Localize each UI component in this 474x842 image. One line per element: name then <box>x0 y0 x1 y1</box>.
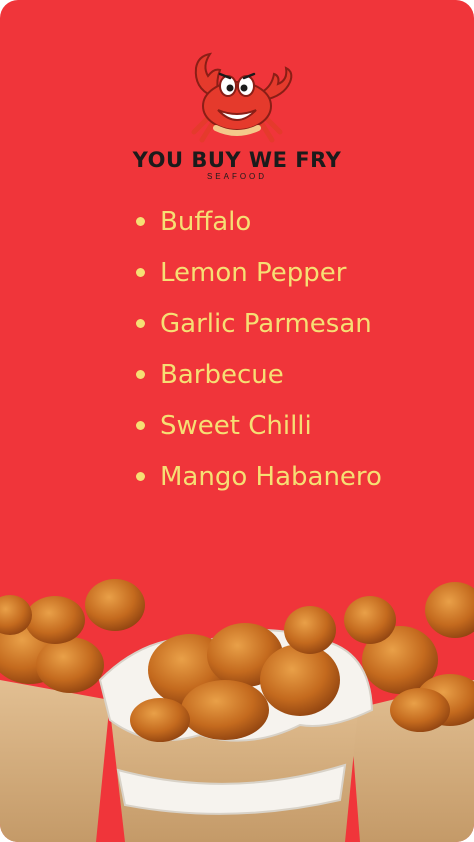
flavor-label: Mango Habanero <box>160 461 382 492</box>
flavor-menu-card: YOU BUY WE FRY SEAFOOD Buffalo Lemon Pep… <box>0 0 474 842</box>
bullet-icon <box>136 217 145 226</box>
bullet-icon <box>136 370 145 379</box>
flavor-item: Mango Habanero <box>136 451 382 502</box>
brand-tagline: SEAFOOD <box>206 172 268 181</box>
crab-mascot-icon <box>191 52 293 143</box>
bullet-icon <box>136 319 145 328</box>
brand-name: YOU BUY WE FRY <box>132 148 342 172</box>
flavor-list: Buffalo Lemon Pepper Garlic Parmesan Bar… <box>136 196 382 502</box>
flavor-label: Lemon Pepper <box>160 257 347 288</box>
flavor-label: Barbecue <box>160 359 284 390</box>
flavor-label: Garlic Parmesan <box>160 308 372 339</box>
flavor-label: Buffalo <box>160 206 252 237</box>
fried-chicken-photo <box>0 579 474 842</box>
flavor-item: Sweet Chilli <box>136 400 382 451</box>
flavor-item: Buffalo <box>136 196 382 247</box>
bullet-icon <box>136 472 145 481</box>
bullet-icon <box>136 268 145 277</box>
flavor-item: Lemon Pepper <box>136 247 382 298</box>
flavor-label: Sweet Chilli <box>160 410 312 441</box>
brand-logo: YOU BUY WE FRY SEAFOOD <box>0 48 474 181</box>
bullet-icon <box>136 421 145 430</box>
flavor-item: Barbecue <box>136 349 382 400</box>
flavor-item: Garlic Parmesan <box>136 298 382 349</box>
